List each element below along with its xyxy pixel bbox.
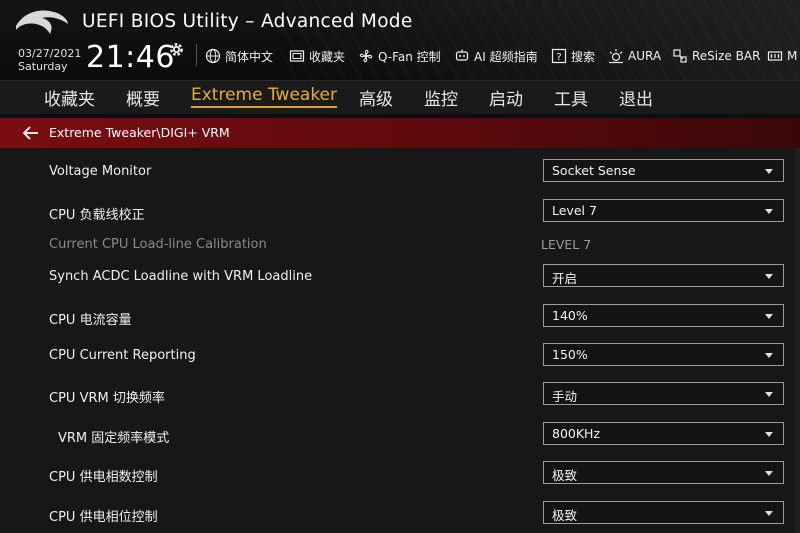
date-display: 03/27/2021 Saturday (18, 47, 81, 73)
select-value: Level 7 (552, 203, 597, 218)
setting-row-cpu-vrm-switching-frequency: CPU VRM 切换频率 手动 (0, 381, 800, 411)
favorites-icon (289, 50, 305, 62)
search-button[interactable]: ? 搜索 (551, 46, 595, 66)
favorites-label: 收藏夹 (309, 49, 346, 64)
breadcrumb: Extreme Tweaker\DIGI+ VRM (0, 118, 800, 148)
select-value: 150% (552, 347, 588, 362)
select-value: 800KHz (552, 426, 601, 441)
select-value: 140% (552, 308, 588, 323)
setting-row-cpu-current-reporting: CPU Current Reporting 150% (0, 342, 800, 372)
chevron-down-icon (765, 392, 773, 397)
synch-acdc-select[interactable]: 开启 (543, 264, 784, 287)
tab-monitor[interactable]: 监控 (424, 85, 458, 110)
resize-bar-button[interactable]: ReSize BAR (672, 46, 760, 66)
setting-row-cpu-llc: CPU 负载线校正 Level 7 (0, 198, 800, 228)
weekday-text: Saturday (18, 60, 68, 73)
ai-oc-guide-button[interactable]: AI 超频指南 (454, 46, 538, 66)
setting-label: Voltage Monitor (49, 164, 152, 179)
aura-label: AURA (628, 49, 662, 63)
chevron-down-icon (765, 511, 773, 516)
select-value: 极致 (552, 508, 578, 523)
language-button[interactable]: 简体中文 (205, 46, 273, 66)
tab-boot[interactable]: 启动 (489, 85, 523, 110)
language-label: 简体中文 (225, 49, 274, 64)
search-label: 搜索 (571, 49, 596, 64)
aura-icon (609, 49, 623, 64)
favorites-button[interactable]: 收藏夹 (289, 46, 345, 66)
setting-row-cpu-current-capability: CPU 电流容量 140% (0, 303, 800, 333)
chevron-down-icon (765, 169, 773, 174)
tab-tool[interactable]: 工具 (554, 85, 588, 110)
chevron-down-icon (765, 209, 773, 214)
header-bar: UEFI BIOS Utility – Advanced Mode 03/27/… (0, 0, 800, 80)
tab-extreme-tweaker[interactable]: Extreme Tweaker (191, 85, 338, 108)
memtest-label: M (787, 49, 798, 63)
chevron-down-icon (765, 314, 773, 319)
setting-label: VRM 固定频率模式 (58, 431, 170, 446)
cpu-llc-select[interactable]: Level 7 (543, 199, 784, 222)
cpu-current-capability-select[interactable]: 140% (543, 304, 784, 327)
scrollbar[interactable] (794, 148, 800, 533)
resize-bar-label: ReSize BAR (692, 49, 761, 63)
setting-label: CPU Current Reporting (49, 348, 196, 363)
chevron-down-icon (765, 353, 773, 358)
settings-panel: Voltage Monitor Socket Sense CPU 负载线校正 L… (0, 148, 800, 533)
setting-label: CPU 电流容量 (49, 313, 132, 328)
cpu-current-reporting-select[interactable]: 150% (543, 343, 784, 366)
chevron-down-icon (765, 471, 773, 476)
memtest-button[interactable]: M (767, 46, 797, 66)
qfan-button[interactable]: Q-Fan 控制 (358, 46, 441, 66)
setting-row-voltage-monitor: Voltage Monitor Socket Sense (0, 158, 800, 188)
tab-exit[interactable]: 退出 (619, 85, 653, 110)
tab-advanced[interactable]: 高级 (359, 85, 393, 110)
qfan-label: Q-Fan 控制 (378, 49, 441, 64)
memtest-icon (767, 51, 783, 61)
chevron-down-icon (765, 432, 773, 437)
setting-label: CPU 供电相位控制 (49, 510, 158, 525)
rog-logo-icon (16, 10, 68, 35)
date-text: 03/27/2021 (18, 47, 82, 60)
setting-row-current-llc: Current CPU Load-line Calibration LEVEL … (0, 231, 800, 261)
setting-row-cpu-power-phase-control: CPU 供电相数控制 极致 (0, 460, 800, 490)
clock-time: 21:46 (86, 40, 175, 75)
main-menu-bar: 收藏夹 概要 Extreme Tweaker 高级 监控 启动 工具 退出 (0, 80, 800, 114)
back-arrow-icon[interactable] (22, 125, 40, 141)
svg-text:?: ? (556, 52, 561, 63)
setting-row-vrm-fixed-frequency: VRM 固定频率模式 800KHz (0, 421, 800, 451)
fan-icon (359, 49, 373, 63)
tab-favorites[interactable]: 收藏夹 (44, 85, 95, 110)
setting-row-synch-acdc: Synch ACDC Loadline with VRM Loadline 开启 (0, 263, 800, 293)
setting-label: Synch ACDC Loadline with VRM Loadline (49, 269, 313, 284)
globe-icon (205, 48, 221, 64)
cpu-vrm-switching-frequency-select[interactable]: 手动 (543, 382, 784, 405)
breadcrumb-path: Extreme Tweaker\DIGI+ VRM (49, 125, 230, 140)
header-separator (196, 44, 197, 66)
setting-label: Current CPU Load-line Calibration (49, 237, 267, 252)
setting-label: CPU VRM 切换频率 (49, 391, 165, 406)
ai-oc-guide-label: AI 超频指南 (474, 49, 538, 64)
cpu-power-phase-control-select[interactable]: 极致 (543, 461, 784, 484)
cpu-power-duty-control-select[interactable]: 极致 (543, 501, 784, 524)
chevron-down-icon (765, 274, 773, 279)
help-search-icon: ? (551, 48, 567, 64)
select-value: 开启 (552, 271, 578, 286)
setting-label: CPU 负载线校正 (49, 208, 145, 223)
ai-guide-icon (455, 49, 469, 61)
voltage-monitor-select[interactable]: Socket Sense (543, 159, 784, 182)
readonly-value: LEVEL 7 (541, 237, 592, 252)
select-value: 极致 (552, 468, 578, 483)
resize-bar-icon (673, 49, 687, 63)
app-title: UEFI BIOS Utility – Advanced Mode (82, 11, 413, 32)
gear-icon[interactable] (168, 41, 185, 58)
vrm-fixed-frequency-select[interactable]: 800KHz (543, 422, 784, 445)
tab-main[interactable]: 概要 (126, 85, 160, 110)
setting-row-cpu-power-duty-control: CPU 供电相位控制 极致 (0, 500, 800, 530)
select-value: Socket Sense (552, 163, 636, 178)
select-value: 手动 (552, 389, 578, 404)
aura-button[interactable]: AURA (608, 46, 661, 66)
setting-label: CPU 供电相数控制 (49, 470, 158, 485)
